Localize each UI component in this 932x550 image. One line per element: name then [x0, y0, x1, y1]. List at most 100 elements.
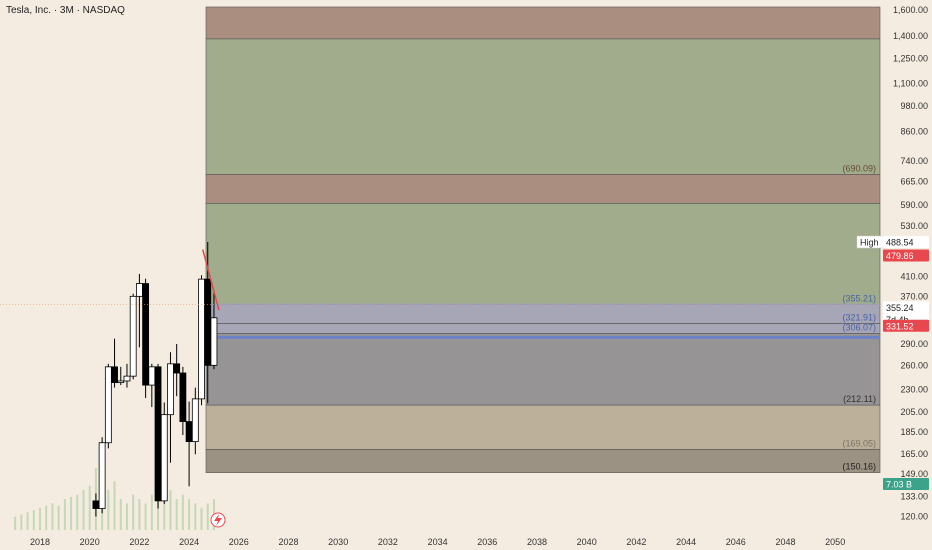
candle-body [191, 398, 199, 443]
volume-bar [150, 494, 153, 530]
price-tick-14: 230.00 [900, 384, 928, 394]
candle-body [185, 421, 193, 443]
volume-bar [14, 516, 17, 530]
zone-top-red [205, 6, 881, 40]
candle-body [98, 442, 106, 509]
time-tick-12: 2042 [626, 537, 646, 547]
candle-body [92, 500, 100, 509]
zone-label-4: (212.11) [843, 394, 876, 404]
time-tick-4: 2026 [229, 537, 249, 547]
candle-body [210, 317, 218, 366]
zone-tan [205, 404, 881, 450]
countdown-price: 355.24 [886, 303, 914, 313]
candle-body [135, 283, 143, 297]
price-tick-19: 133.00 [900, 491, 928, 501]
candle-body [160, 414, 168, 502]
volume-bar [169, 490, 172, 530]
high-value: 488.54 [886, 237, 914, 247]
time-tick-3: 2024 [179, 537, 199, 547]
zone-mid-red [205, 174, 881, 204]
volume-bar [188, 499, 191, 530]
price-tick-15: 205.00 [900, 407, 928, 417]
price-tick-1: 1,400.00 [893, 31, 928, 41]
last-price-badge: 479.86 [886, 251, 914, 261]
price-tick-9: 530.00 [900, 221, 928, 231]
volume-bar [132, 494, 135, 530]
zone-blue [205, 304, 881, 324]
volume-bar [206, 503, 209, 530]
high-label: High [860, 237, 879, 247]
volume-bar [194, 503, 197, 530]
candle-body [204, 278, 212, 366]
volume-bar [138, 499, 141, 530]
zone-label-3: (306.07) [842, 322, 876, 332]
time-tick-16: 2050 [825, 537, 845, 547]
price-tick-18: 149.00 [900, 469, 928, 479]
volume-bar [26, 512, 29, 530]
price-tick-3: 1,100.00 [893, 78, 928, 88]
price-tick-8: 590.00 [900, 200, 928, 210]
volume-bar [113, 481, 116, 530]
price-tick-4: 980.00 [900, 101, 928, 111]
volume-bar [39, 507, 41, 530]
candle-body [167, 363, 174, 416]
zone-label-0: (690.09) [842, 163, 876, 173]
candle-body [129, 295, 137, 377]
volume-bar [175, 499, 178, 530]
candle-body [173, 363, 181, 374]
time-tick-0: 2018 [30, 537, 50, 547]
time-tick-10: 2038 [527, 537, 547, 547]
zone-lower-green [205, 203, 881, 305]
chart-svg[interactable]: (690.09) (355.21) (321.91)(306.07) (212.11)… [0, 0, 932, 550]
price-tick-17: 165.00 [900, 449, 928, 459]
zone-upper-green [205, 38, 881, 175]
volume-badge: 7.03 B [886, 480, 912, 490]
price-tick-11: 370.00 [900, 291, 928, 301]
price-tick-2: 1,250.00 [893, 53, 928, 63]
price-tick-7: 665.00 [900, 177, 928, 187]
volume-bar [107, 490, 110, 530]
candle-body [111, 366, 118, 384]
volume-bar [45, 505, 48, 530]
zone-label-5: (169.05) [842, 438, 876, 448]
volume-bar [63, 499, 66, 530]
time-tick-8: 2034 [428, 537, 448, 547]
volume-bar [32, 510, 35, 530]
time-tick-15: 2048 [775, 537, 795, 547]
volume-bar [57, 505, 60, 530]
candle-body [123, 375, 131, 382]
time-tick-2: 2022 [129, 537, 149, 547]
volume-bar [119, 499, 122, 530]
candle-body [148, 366, 156, 386]
current-price-badge: 331.52 [886, 321, 914, 331]
volume-bar [82, 490, 85, 530]
time-tick-9: 2036 [477, 537, 497, 547]
candle-body [179, 372, 187, 422]
volume-bar [51, 503, 54, 530]
chart-canvas[interactable]: Tesla, Inc. · 3M · NASDAQ (690.09) (355.2… [0, 0, 932, 550]
zone-label-1: (355.21) [842, 293, 876, 303]
time-tick-14: 2046 [726, 537, 746, 547]
volume-bar [20, 514, 23, 530]
volume-bar [88, 485, 91, 530]
volume-bar [70, 496, 73, 530]
volume-bar [200, 507, 203, 530]
volume-bar [76, 494, 79, 530]
time-tick-7: 2032 [378, 537, 398, 547]
time-tick-13: 2044 [676, 537, 696, 547]
volume-bar [181, 494, 184, 530]
candle-body [117, 380, 125, 384]
zone-dark [205, 449, 881, 473]
time-tick-6: 2030 [328, 537, 348, 547]
zone-label-2: (321.91) [842, 313, 876, 323]
price-tick-0: 1,600.00 [893, 5, 928, 15]
candle-body [104, 366, 112, 444]
price-tick-16: 185.00 [900, 427, 928, 437]
price-tick-6: 740.00 [900, 156, 928, 166]
volume-bar [144, 503, 147, 530]
candle-body [142, 283, 150, 386]
time-tick-1: 2020 [80, 537, 100, 547]
volume-bar [125, 503, 128, 530]
candle-body [198, 278, 205, 400]
price-tick-5: 860.00 [900, 126, 928, 136]
